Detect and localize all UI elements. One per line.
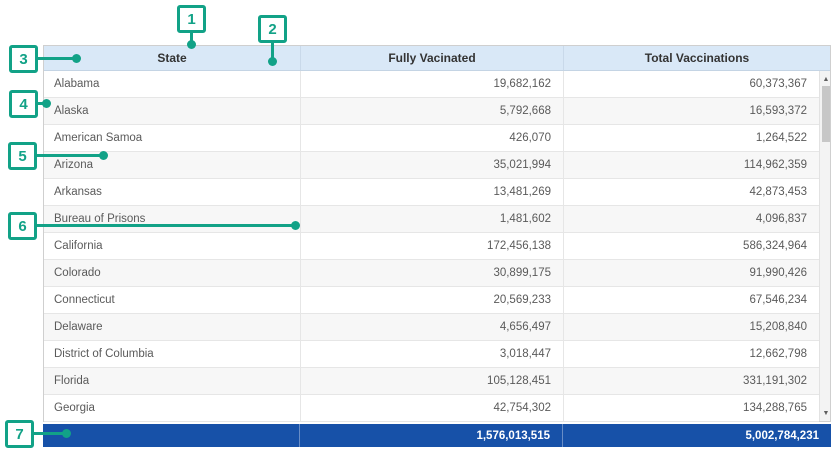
vertical-scrollbar[interactable]: ▲ ▼	[819, 71, 830, 421]
callout-2-dot	[268, 57, 277, 66]
cell-total-vaccinations: 15,208,840	[564, 314, 819, 340]
callout-1: 1	[177, 5, 206, 33]
table-rows: Alabama 19,682,162 60,373,367 Alaska 5,7…	[44, 71, 819, 421]
table-row[interactable]: Alaska 5,792,668 16,593,372	[44, 98, 819, 125]
cell-fully-vaccinated: 35,021,994	[301, 152, 564, 178]
table-row[interactable]: American Samoa 426,070 1,264,522	[44, 125, 819, 152]
table-row[interactable]: Arizona 35,021,994 114,962,359	[44, 152, 819, 179]
cell-state: Alabama	[44, 71, 301, 97]
cell-state: Bureau of Prisons	[44, 206, 301, 232]
totals-total-vaccinations: 5,002,784,231	[563, 424, 831, 447]
table-row[interactable]: Connecticut 20,569,233 67,546,234	[44, 287, 819, 314]
table-row[interactable]: Delaware 4,656,497 15,208,840	[44, 314, 819, 341]
table-row[interactable]: Bureau of Prisons 1,481,602 4,096,837	[44, 206, 819, 233]
table-body: Alabama 19,682,162 60,373,367 Alaska 5,7…	[44, 71, 830, 421]
callout-2: 2	[258, 15, 287, 43]
cell-total-vaccinations: 60,373,367	[564, 71, 819, 97]
scroll-down-icon[interactable]: ▼	[820, 407, 832, 419]
cell-total-vaccinations: 12,662,798	[564, 341, 819, 367]
vaccinations-table: State Fully Vacinated Total Vaccinations…	[43, 45, 831, 422]
callout-3-dot	[72, 54, 81, 63]
callout-4: 4	[9, 90, 38, 118]
callout-6-label: 6	[18, 218, 26, 235]
callout-4-dot	[42, 99, 51, 108]
callout-5: 5	[8, 142, 37, 170]
cell-total-vaccinations: 91,990,426	[564, 260, 819, 286]
callout-7-connector	[34, 432, 64, 435]
cell-state: Arkansas	[44, 179, 301, 205]
cell-fully-vaccinated: 30,899,175	[301, 260, 564, 286]
cell-fully-vaccinated: 172,456,138	[301, 233, 564, 259]
callout-7-label: 7	[15, 426, 23, 443]
cell-state: Colorado	[44, 260, 301, 286]
callout-3-connector	[38, 57, 75, 60]
table-row[interactable]: District of Columbia 3,018,447 12,662,79…	[44, 341, 819, 368]
cell-total-vaccinations: 16,593,372	[564, 98, 819, 124]
cell-fully-vaccinated: 1,481,602	[301, 206, 564, 232]
callout-1-label: 1	[187, 11, 195, 28]
column-header-total-vaccinations[interactable]: Total Vaccinations	[564, 46, 830, 70]
cell-total-vaccinations: 42,873,453	[564, 179, 819, 205]
cell-state: District of Columbia	[44, 341, 301, 367]
callout-3: 3	[9, 45, 38, 73]
totals-fully-vaccinated: 1,576,013,515	[300, 424, 563, 447]
cell-total-vaccinations: 331,191,302	[564, 368, 819, 394]
callout-4-label: 4	[19, 96, 27, 113]
cell-state: American Samoa	[44, 125, 301, 151]
table-row[interactable]: California 172,456,138 586,324,964	[44, 233, 819, 260]
cell-state: Georgia	[44, 395, 301, 421]
callout-6: 6	[8, 212, 37, 240]
cell-state: Alaska	[44, 98, 301, 124]
cell-fully-vaccinated: 19,682,162	[301, 71, 564, 97]
column-header-state[interactable]: State	[44, 46, 301, 70]
cell-state: Connecticut	[44, 287, 301, 313]
table-row[interactable]: Alabama 19,682,162 60,373,367	[44, 71, 819, 98]
callout-5-dot	[99, 151, 108, 160]
totals-row: 1,576,013,515 5,002,784,231	[43, 424, 831, 447]
cell-state: California	[44, 233, 301, 259]
callout-2-label: 2	[268, 21, 276, 38]
callout-1-dot	[187, 40, 196, 49]
cell-fully-vaccinated: 3,018,447	[301, 341, 564, 367]
cell-fully-vaccinated: 42,754,302	[301, 395, 564, 421]
cell-state: Florida	[44, 368, 301, 394]
table-row[interactable]: Arkansas 13,481,269 42,873,453	[44, 179, 819, 206]
cell-fully-vaccinated: 105,128,451	[301, 368, 564, 394]
cell-total-vaccinations: 1,264,522	[564, 125, 819, 151]
callout-7-dot	[62, 429, 71, 438]
callout-3-label: 3	[19, 51, 27, 68]
column-header-fully-vaccinated[interactable]: Fully Vacinated	[301, 46, 564, 70]
cell-fully-vaccinated: 4,656,497	[301, 314, 564, 340]
callout-6-connector	[37, 224, 293, 227]
callout-7: 7	[5, 420, 34, 448]
cell-state: Delaware	[44, 314, 301, 340]
cell-fully-vaccinated: 20,569,233	[301, 287, 564, 313]
scrollbar-thumb[interactable]	[822, 86, 830, 142]
table-row[interactable]: Florida 105,128,451 331,191,302	[44, 368, 819, 395]
cell-fully-vaccinated: 13,481,269	[301, 179, 564, 205]
cell-total-vaccinations: 586,324,964	[564, 233, 819, 259]
scroll-up-icon[interactable]: ▲	[820, 73, 832, 85]
table-header-row: State Fully Vacinated Total Vaccinations	[44, 46, 830, 71]
table-row[interactable]: Georgia 42,754,302 134,288,765	[44, 395, 819, 422]
cell-total-vaccinations: 4,096,837	[564, 206, 819, 232]
callout-5-label: 5	[18, 148, 26, 165]
screenshot-canvas: State Fully Vacinated Total Vaccinations…	[0, 0, 833, 453]
callout-5-connector	[37, 154, 101, 157]
totals-state-cell	[43, 424, 300, 447]
cell-total-vaccinations: 114,962,359	[564, 152, 819, 178]
cell-total-vaccinations: 134,288,765	[564, 395, 819, 421]
callout-6-dot	[291, 221, 300, 230]
cell-fully-vaccinated: 5,792,668	[301, 98, 564, 124]
table-row[interactable]: Colorado 30,899,175 91,990,426	[44, 260, 819, 287]
cell-fully-vaccinated: 426,070	[301, 125, 564, 151]
cell-total-vaccinations: 67,546,234	[564, 287, 819, 313]
